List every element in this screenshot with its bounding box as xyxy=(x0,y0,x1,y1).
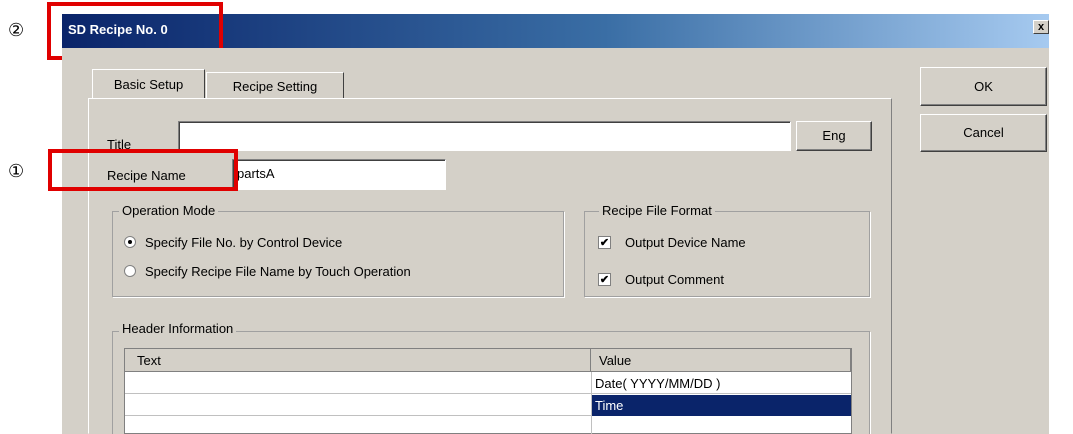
tab-recipe-setting[interactable]: Recipe Setting xyxy=(206,72,344,99)
row-1-value[interactable]: Date( YYYY/MM/DD ) xyxy=(595,376,720,391)
output-comment-label[interactable]: Output Comment xyxy=(625,272,724,287)
row-2-value[interactable]: Time xyxy=(595,398,623,413)
column-header-value[interactable]: Value xyxy=(591,349,851,372)
output-device-name-checkbox[interactable]: ✔ xyxy=(598,236,611,249)
title-input[interactable] xyxy=(178,121,791,151)
selected-cell-highlight xyxy=(592,395,851,416)
recipe-name-input[interactable]: partsA xyxy=(232,159,446,190)
tab-basic-setup[interactable]: Basic Setup xyxy=(92,69,205,99)
recipe-file-format-legend: Recipe File Format xyxy=(599,203,715,218)
callout-2: ② xyxy=(8,20,25,41)
output-device-name-label[interactable]: Output Device Name xyxy=(625,235,746,250)
ok-button[interactable]: OK xyxy=(920,67,1047,106)
recipe-name-highlight-box xyxy=(48,149,238,191)
option-touch-operation-label[interactable]: Specify Recipe File Name by Touch Operat… xyxy=(145,264,411,279)
radio-control-device[interactable] xyxy=(124,236,136,248)
option-control-device-label[interactable]: Specify File No. by Control Device xyxy=(145,235,342,250)
cancel-button[interactable]: Cancel xyxy=(920,114,1047,152)
column-header-text[interactable]: Text xyxy=(125,349,591,372)
output-comment-checkbox[interactable]: ✔ xyxy=(598,273,611,286)
table-row[interactable] xyxy=(125,372,851,394)
close-button[interactable]: x xyxy=(1033,20,1049,34)
operation-mode-legend: Operation Mode xyxy=(119,203,219,218)
eng-button[interactable]: Eng xyxy=(796,121,872,151)
recipe-name-value: partsA xyxy=(237,166,275,181)
callout-1: ① xyxy=(8,161,25,182)
radio-touch-operation[interactable] xyxy=(124,265,136,277)
operation-mode-group xyxy=(112,211,564,297)
header-information-legend: Header Information xyxy=(119,321,237,336)
